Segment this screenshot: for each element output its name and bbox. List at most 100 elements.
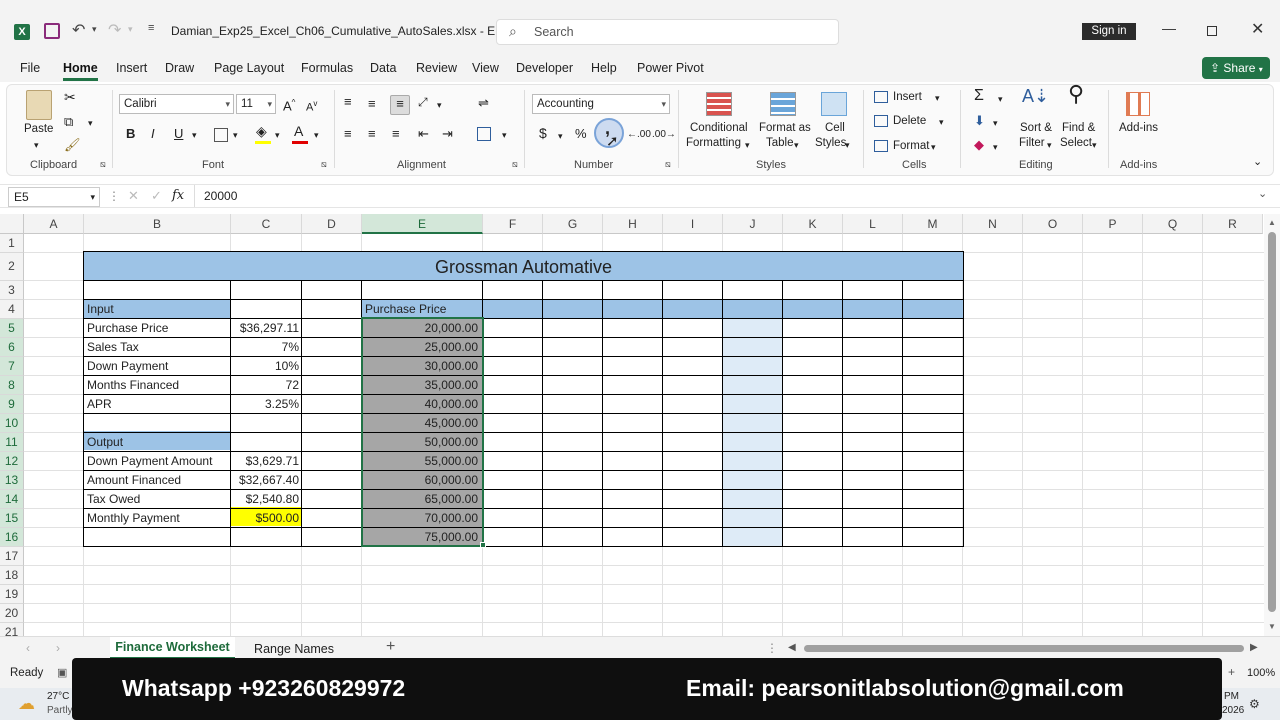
number-format-combo[interactable]: Accounting ▾	[532, 94, 670, 114]
minimize-icon[interactable]: —	[1162, 20, 1176, 36]
clipboard-launcher-icon[interactable]: ⧅	[100, 159, 106, 170]
output-label[interactable]: Tax Owed	[84, 490, 231, 509]
cell-styles-label[interactable]: Cell	[825, 121, 845, 136]
purchase-price-cell[interactable]: 70,000.00	[362, 509, 481, 528]
add-sheet-icon[interactable]: +	[386, 638, 395, 656]
tab-file[interactable]: File	[20, 61, 40, 75]
column-header[interactable]: I	[663, 214, 723, 234]
format-painter-icon[interactable]: 🖌	[64, 137, 81, 152]
underline-button[interactable]: U	[174, 126, 183, 141]
insert-cells-icon[interactable]	[874, 91, 888, 103]
enter-icon[interactable]: ✓	[151, 188, 162, 204]
tab-formulas[interactable]: Formulas	[301, 61, 353, 75]
row-header[interactable]: 6	[0, 338, 24, 357]
input-label[interactable]: APR	[84, 395, 231, 414]
format-table-dropdown-icon[interactable]: ▾	[794, 138, 799, 153]
insert-function-icon[interactable]: fx	[172, 188, 184, 203]
output-header[interactable]: Output	[84, 433, 231, 452]
decrease-indent-icon[interactable]: ⇤	[418, 126, 429, 141]
conditional-formatting-dropdown-icon[interactable]: ▾	[745, 138, 750, 153]
column-header[interactable]: B	[84, 214, 231, 234]
vertical-scroll-thumb[interactable]	[1268, 232, 1276, 612]
cell-styles-dropdown-icon[interactable]: ▾	[845, 138, 850, 153]
align-left-icon[interactable]: ≡	[344, 126, 352, 141]
output-label[interactable]: Down Payment Amount	[84, 452, 231, 471]
purchase-price-cell[interactable]: 45,000.00	[362, 414, 481, 433]
purchase-price-cell[interactable]: 60,000.00	[362, 471, 481, 490]
collapse-ribbon-icon[interactable]: ⌄	[1253, 155, 1262, 170]
font-launcher-icon[interactable]: ⧅	[321, 159, 327, 170]
accounting-dropdown-icon[interactable]: ▾	[558, 129, 563, 144]
column-header[interactable]: G	[543, 214, 603, 234]
tab-developer[interactable]: Developer	[516, 61, 573, 75]
paste-icon[interactable]	[26, 90, 52, 120]
font-color-icon[interactable]: A	[294, 124, 303, 139]
row-header[interactable]: 14	[0, 490, 24, 509]
clear-icon[interactable]: ◆	[974, 137, 984, 152]
find-select-icon[interactable]: ⚲	[1068, 83, 1084, 105]
undo-icon[interactable]: ↶	[72, 20, 85, 40]
fill-dropdown-icon[interactable]: ▾	[275, 128, 280, 143]
cut-icon[interactable]: ✂	[64, 90, 76, 105]
output-label[interactable]: Monthly Payment	[84, 509, 231, 528]
input-label[interactable]: Sales Tax	[84, 338, 231, 357]
delete-dropdown-icon[interactable]: ▾	[939, 115, 944, 130]
row-header[interactable]: 1	[0, 234, 24, 253]
input-value[interactable]: 7%	[231, 338, 302, 357]
close-icon[interactable]: ✕	[1251, 19, 1264, 39]
fill-color-icon[interactable]: ◈	[256, 124, 267, 139]
sheet-tab-range-names[interactable]: Range Names	[248, 640, 340, 658]
input-label[interactable]: Months Financed	[84, 376, 231, 395]
increase-indent-icon[interactable]: ⇥	[442, 126, 453, 141]
accounting-button[interactable]: $	[539, 126, 547, 141]
column-header[interactable]: O	[1023, 214, 1083, 234]
align-top-icon[interactable]: ≡	[344, 94, 352, 109]
column-header[interactable]: J	[723, 214, 783, 234]
align-center-icon[interactable]: ≡	[368, 126, 376, 141]
row-header[interactable]: 2	[0, 253, 24, 281]
input-label[interactable]: Purchase Price	[84, 319, 231, 338]
fill-dropdown-icon[interactable]: ▾	[993, 116, 998, 131]
monthly-payment-value[interactable]: $500.00	[231, 509, 302, 528]
customize-qat-icon[interactable]: ≡	[148, 22, 154, 34]
row-header[interactable]: 10	[0, 414, 24, 433]
purchase-price-cell[interactable]: 40,000.00	[362, 395, 481, 414]
zoom-level[interactable]: 100%	[1247, 667, 1275, 679]
tab-power-pivot[interactable]: Power Pivot	[637, 61, 704, 75]
orientation-icon[interactable]: ⤢	[418, 95, 428, 110]
row-header[interactable]: 13	[0, 471, 24, 490]
purchase-price-cell[interactable]: 75,000.00	[362, 528, 481, 547]
purchase-price-cell[interactable]: 35,000.00	[362, 376, 481, 395]
next-sheet-icon[interactable]: ›	[56, 641, 60, 655]
delete-cells-icon[interactable]	[874, 115, 888, 127]
percent-button[interactable]: %	[575, 126, 587, 141]
borders-dropdown-icon[interactable]: ▾	[233, 128, 238, 143]
column-header[interactable]: P	[1083, 214, 1143, 234]
row-header[interactable]: 5	[0, 319, 24, 338]
cell-styles-icon[interactable]	[821, 92, 847, 116]
wrap-text-icon[interactable]: ⇌	[478, 95, 489, 110]
column-header[interactable]: L	[843, 214, 903, 234]
add-ins-icon[interactable]	[1126, 92, 1150, 116]
purchase-price-cell[interactable]: 50,000.00	[362, 433, 481, 452]
purchase-price-header[interactable]: Purchase Price	[362, 300, 483, 319]
tab-home[interactable]: Home	[63, 61, 98, 75]
sheet-tab-finance-worksheet[interactable]: Finance Worksheet	[110, 637, 235, 659]
insert-cells-button[interactable]: Insert	[893, 90, 922, 105]
row-header[interactable]: 9	[0, 395, 24, 414]
vertical-scrollbar[interactable]: ▲ ▼	[1264, 214, 1280, 636]
bold-button[interactable]: B	[126, 126, 135, 141]
column-header[interactable]: C	[231, 214, 302, 234]
scroll-left-icon[interactable]: ◀	[788, 642, 796, 653]
search-box[interactable]: ⌕ Search	[496, 19, 839, 45]
sheet-title[interactable]: Grossman Automative	[84, 257, 963, 279]
tab-page-layout[interactable]: Page Layout	[214, 61, 284, 75]
purchase-price-cell[interactable]: 20,000.00	[362, 319, 481, 338]
tab-draw[interactable]: Draw	[165, 61, 194, 75]
sort-filter-label-2[interactable]: Filter	[1019, 136, 1045, 151]
undo-dropdown-icon[interactable]: ▾	[92, 24, 97, 35]
number-launcher-icon[interactable]: ⧅	[665, 159, 671, 170]
purchase-price-cell[interactable]: 30,000.00	[362, 357, 481, 376]
purchase-price-cell[interactable]: 65,000.00	[362, 490, 481, 509]
fill-icon[interactable]: ⬇	[974, 113, 985, 128]
